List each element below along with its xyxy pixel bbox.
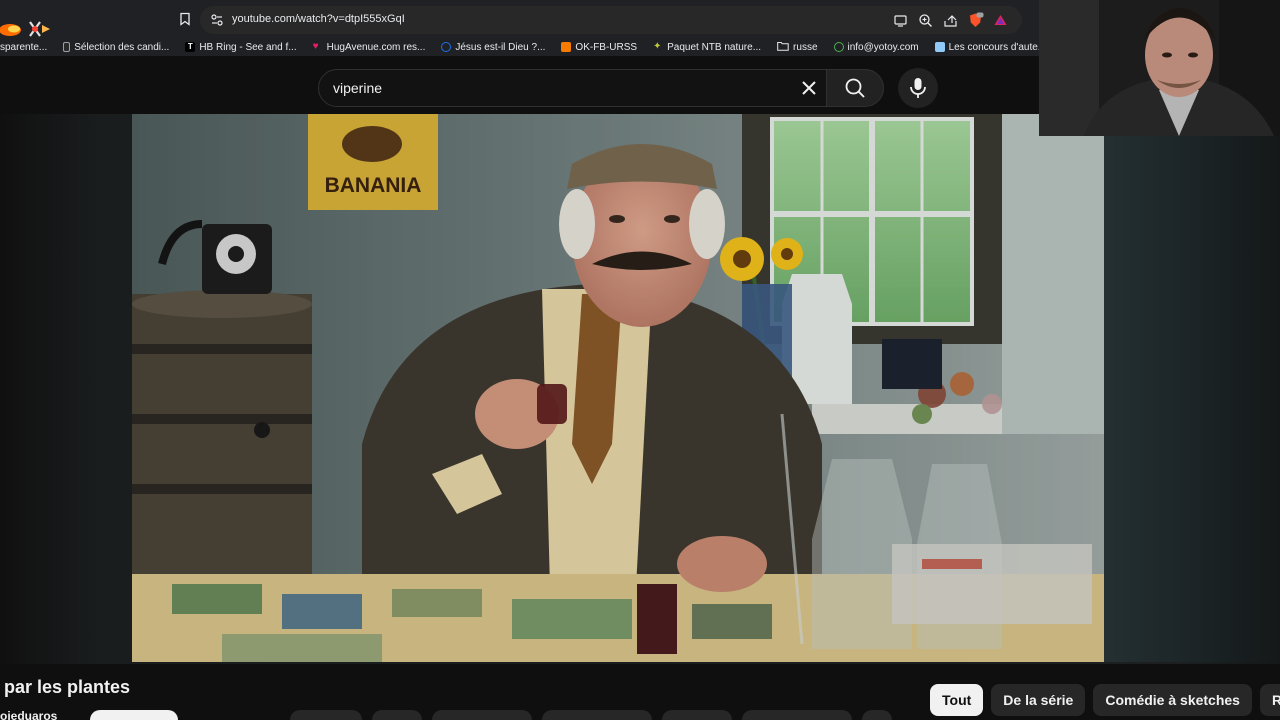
more-actions-button[interactable] [862,710,892,720]
share-button[interactable] [372,710,422,720]
image-icon [934,42,945,52]
bookmark-label: Sélection des candi... [74,41,170,53]
chip-related[interactable]: Re [1259,684,1280,716]
clip-button[interactable] [542,710,652,720]
site-settings-icon[interactable] [210,13,224,27]
video-title: par les plantes [4,677,131,697]
bookmark-label: HB Ring - See and f... [199,41,297,53]
cast-icon[interactable] [892,12,909,29]
bookmark-item[interactable]: Les concours d'aute... [927,38,1040,56]
video-player[interactable]: BANANIA [132,114,1104,662]
video-actions [290,710,892,720]
heart-icon: ♥ [312,41,319,52]
bookmark-label: sparente... [0,41,48,53]
youtube-doodle-logo[interactable] [0,16,54,42]
bookmark-label: info@yotoy.com [847,41,919,53]
bookmark-item[interactable]: info@yotoy.com [826,38,927,56]
chip-sketch-comedy[interactable]: Comédie à sketches [1093,684,1252,716]
microphone-icon [910,78,926,98]
zoom-icon[interactable] [917,12,934,29]
brave-shields-icon[interactable] [967,12,984,29]
thanks-button[interactable] [662,710,732,720]
bookmark-label: Paquet NTB nature... [667,41,762,53]
save-button[interactable] [742,710,852,720]
site-icon [833,42,844,52]
clear-search-button[interactable] [797,76,821,100]
bookmarks-bar: sparente... Sélection des candi... T HB … [0,38,1040,56]
subscribe-button[interactable] [90,710,178,720]
close-icon [802,81,816,95]
search-input[interactable] [318,69,836,107]
bookmark-item[interactable]: T HB Ring - See and f... [177,38,304,56]
bookmark-label: russe [793,41,818,53]
ambient-side-panel [1104,136,1280,662]
address-bar-actions [892,11,1009,29]
bookmark-item[interactable]: ✦ Paquet NTB nature... [645,38,769,56]
document-icon [63,42,71,52]
bookmark-folder[interactable]: russe [769,38,825,56]
bookmark-item[interactable]: Sélection des candi... [55,38,177,56]
bookmark-item[interactable]: ♥ HugAvenue.com res... [305,38,434,56]
search-button[interactable] [826,69,884,107]
brave-rewards-icon[interactable] [992,12,1009,29]
video-frame: BANANIA [132,114,1104,662]
bookmark-label: OK-FB-URSS [575,41,638,53]
bookmark-icon[interactable] [178,12,192,26]
chip-all[interactable]: Tout [930,684,984,716]
bookmark-item[interactable]: Jésus est-il Dieu ?... [433,38,553,56]
leaf-icon: ✦ [653,41,662,52]
bookmark-item[interactable]: OK-FB-URSS [553,38,645,56]
bookmark-label: HugAvenue.com res... [326,41,426,53]
bookmark-label: Les concours d'aute... [948,41,1040,53]
chip-from-series[interactable]: De la série [991,684,1086,716]
related-filter-chips: Tout De la série Comédie à sketches Re [930,684,1280,716]
voice-search-button[interactable] [898,68,938,108]
channel-name[interactable]: ojeduaros [0,709,57,720]
webcam-frame [1039,0,1280,136]
share-icon[interactable] [942,12,959,29]
download-button[interactable] [432,710,532,720]
search-input-value[interactable]: viperine [333,80,382,96]
bookmark-label: Jésus est-il Dieu ?... [455,41,546,53]
search-icon [845,78,865,98]
url-text[interactable]: youtube.com/watch?v=dtpI555xGqI [232,13,405,25]
ok-icon [561,42,572,52]
webcam-overlay [1039,0,1280,136]
globe-icon [441,42,452,52]
folder-icon [777,41,789,54]
hb-ring-icon: T [185,42,196,52]
like-button[interactable] [290,710,362,720]
